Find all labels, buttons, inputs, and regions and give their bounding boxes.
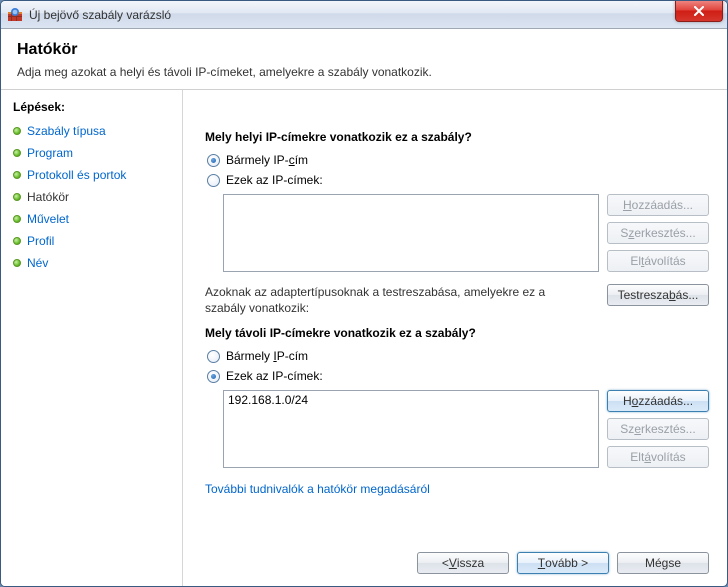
wizard-window: Új bejövő szabály varázsló Hatókör Adja … xyxy=(0,0,728,587)
bullet-icon xyxy=(13,193,21,201)
bullet-icon xyxy=(13,215,21,223)
local-ip-listbox[interactable] xyxy=(223,194,599,272)
radio-label: Ezek az IP-címek: xyxy=(226,173,323,187)
wizard-footer: < Vissza Tovább > Mégse xyxy=(205,538,709,574)
step-action[interactable]: Művelet xyxy=(1,208,182,230)
bullet-icon xyxy=(13,171,21,179)
step-label[interactable]: Profil xyxy=(27,234,54,248)
radio-label: Bármely IP-cím xyxy=(226,349,308,363)
wizard-header: Hatókör Adja meg azokat a helyi és távol… xyxy=(1,29,727,90)
cancel-button[interactable]: Mégse xyxy=(617,552,709,574)
step-label[interactable]: Művelet xyxy=(27,212,69,226)
local-remove-button[interactable]: Eltávolítás xyxy=(607,250,709,272)
customize-button[interactable]: Testreszabás... xyxy=(607,284,709,306)
step-protocol-ports[interactable]: Protokoll és portok xyxy=(1,164,182,186)
step-program[interactable]: Program xyxy=(1,142,182,164)
more-info-link[interactable]: További tudnivalók a hatókör megadásáról xyxy=(205,482,709,496)
radio-icon xyxy=(207,154,220,167)
bullet-icon xyxy=(13,259,21,267)
local-add-button[interactable]: Hozzáadás... xyxy=(607,194,709,216)
steps-heading: Lépések: xyxy=(1,100,182,120)
step-profile[interactable]: Profil xyxy=(1,230,182,252)
step-label[interactable]: Név xyxy=(27,256,48,270)
radio-icon xyxy=(207,174,220,187)
close-button[interactable] xyxy=(675,0,723,22)
wizard-body: Lépések: Szabály típusa Program Protokol… xyxy=(1,90,727,586)
step-name[interactable]: Név xyxy=(1,252,182,274)
radio-icon xyxy=(207,370,220,383)
adapter-customize-text: Azoknak az adaptertípusoknak a testresza… xyxy=(205,284,565,316)
radio-icon xyxy=(207,350,220,363)
bullet-icon xyxy=(13,237,21,245)
remote-these-ip-radio[interactable]: Ezek az IP-címek: xyxy=(205,369,709,383)
bullet-icon xyxy=(13,127,21,135)
window-title: Új bejövő szabály varázsló xyxy=(29,8,171,22)
remote-ip-item[interactable]: 192.168.1.0/24 xyxy=(228,393,308,407)
content-pane: Mely helyi IP-címekre vonatkozik ez a sz… xyxy=(183,90,727,586)
back-button[interactable]: < Vissza xyxy=(417,552,509,574)
bullet-icon xyxy=(13,149,21,157)
remote-ip-question: Mely távoli IP-címekre vonatkozik ez a s… xyxy=(205,326,709,340)
step-label[interactable]: Szabály típusa xyxy=(27,124,106,138)
step-label[interactable]: Protokoll és portok xyxy=(27,168,126,182)
remote-edit-button[interactable]: Szerkesztés... xyxy=(607,418,709,440)
radio-label: Ezek az IP-címek: xyxy=(226,369,323,383)
local-these-ip-radio[interactable]: Ezek az IP-címek: xyxy=(205,173,709,187)
remote-ip-listbox[interactable]: 192.168.1.0/24 xyxy=(223,390,599,468)
page-subtitle: Adja meg azokat a helyi és távoli IP-cím… xyxy=(17,65,711,79)
firewall-icon xyxy=(7,7,23,23)
close-icon xyxy=(693,6,705,16)
remote-remove-button[interactable]: Eltávolítás xyxy=(607,446,709,468)
step-label: Hatókör xyxy=(27,190,69,204)
titlebar: Új bejövő szabály varázsló xyxy=(1,1,727,29)
page-title: Hatókör xyxy=(17,41,711,59)
step-label[interactable]: Program xyxy=(27,146,73,160)
remote-add-button[interactable]: Hozzáadás... xyxy=(607,390,709,412)
local-edit-button[interactable]: Szerkesztés... xyxy=(607,222,709,244)
radio-label: Bármely IP-cím xyxy=(226,153,308,167)
step-rule-type[interactable]: Szabály típusa xyxy=(1,120,182,142)
remote-any-ip-radio[interactable]: Bármely IP-cím xyxy=(205,349,709,363)
next-button[interactable]: Tovább > xyxy=(517,552,609,574)
local-any-ip-radio[interactable]: Bármely IP-cím xyxy=(205,153,709,167)
local-ip-question: Mely helyi IP-címekre vonatkozik ez a sz… xyxy=(205,130,709,144)
steps-sidebar: Lépések: Szabály típusa Program Protokol… xyxy=(1,90,183,586)
step-scope: Hatókör xyxy=(1,186,182,208)
